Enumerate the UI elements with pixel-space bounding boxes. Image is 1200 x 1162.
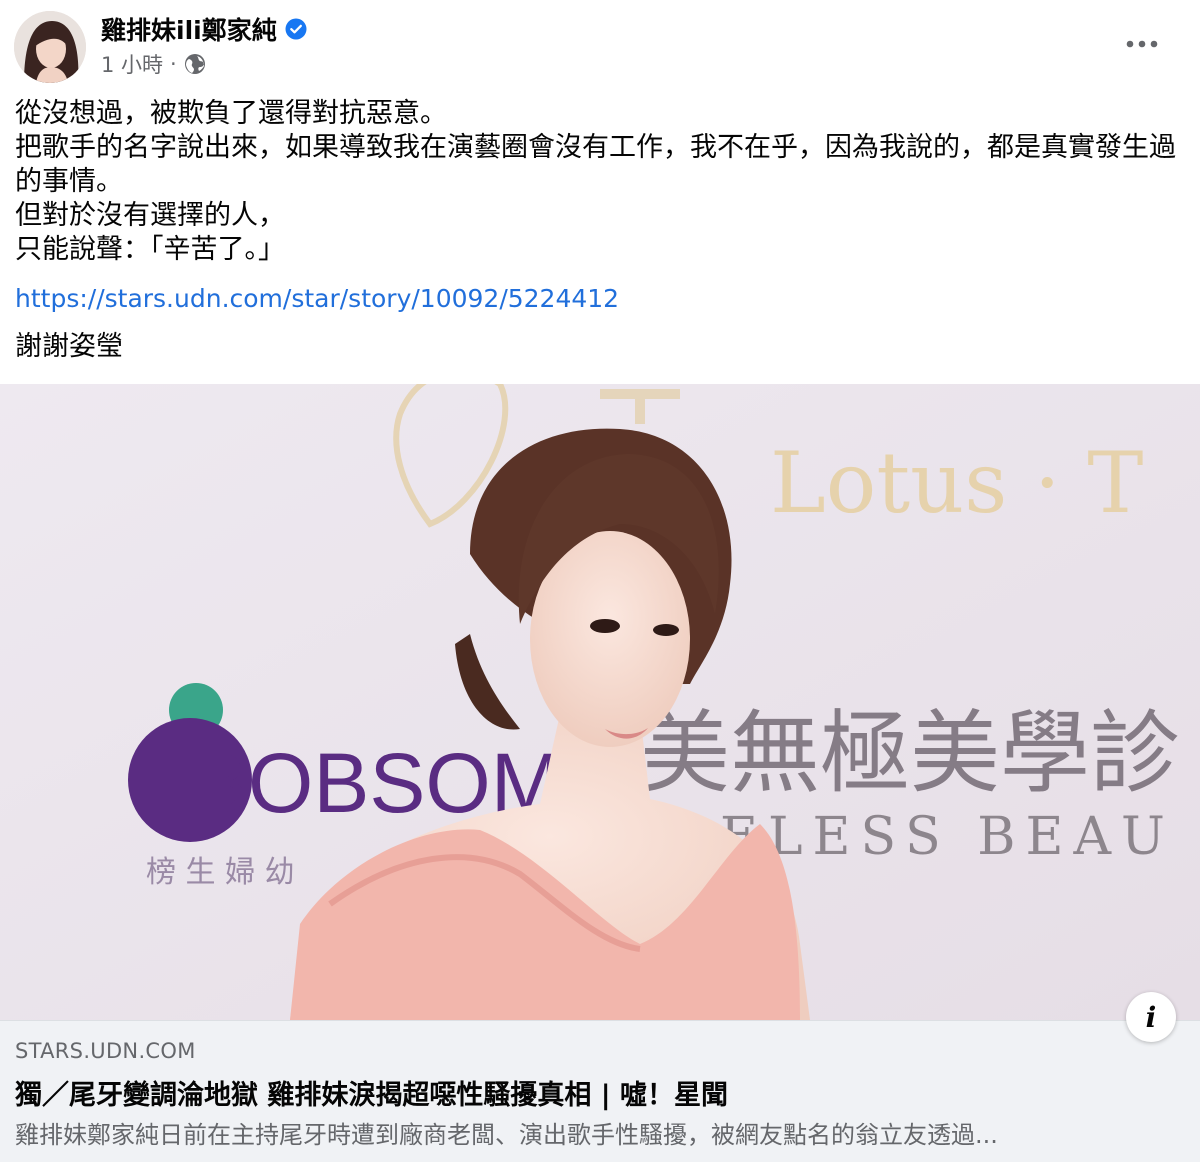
post-line: 但對於沒有選擇的人， bbox=[15, 200, 285, 231]
avatar-photo bbox=[14, 11, 86, 83]
link-preview-domain: STARS.UDN.COM bbox=[15, 1039, 196, 1063]
post-message: 從沒想過，被欺負了還得對抗惡意。 把歌手的名字說出來，如果導致我在演藝圈會沒有工… bbox=[15, 97, 1190, 267]
post-line: 從沒想過，被欺負了還得對抗惡意。 bbox=[15, 98, 447, 129]
facebook-post: 雞排妹ili鄭家純 1 小時 · 從沒想過，被欺負了還得對抗惡意。 把歌手的名字… bbox=[0, 0, 1200, 1162]
info-icon[interactable]: i bbox=[1126, 992, 1176, 1042]
post-meta: 1 小時 · bbox=[101, 50, 206, 78]
post-line: 把歌手的名字說出來，如果導致我在演藝圈會沒有工作，我不在乎，因為我說的，都是真實… bbox=[15, 132, 1176, 197]
backdrop-sponsor-cn: 美無極美學診 bbox=[640, 701, 1180, 806]
link-preview-title[interactable]: 獨／尾牙變調淪地獄 雞排妹淚揭超噁性騷擾真相 | 噓！星聞 bbox=[15, 1073, 1185, 1112]
post-timestamp[interactable]: 1 小時 bbox=[101, 49, 163, 79]
verified-badge-icon bbox=[285, 18, 307, 40]
link-preview-image[interactable]: Lotus · T BOBSOM 榜 生 婦 幼 美無極美學診 ELESS BE… bbox=[0, 384, 1200, 1020]
more-options-icon bbox=[1126, 40, 1158, 48]
meta-separator: · bbox=[170, 52, 177, 76]
backdrop-lotus-text: Lotus · T bbox=[770, 434, 1143, 532]
link-preview-description: 雞排妹鄭家純日前在主持尾牙時遭到廠商老闆、演出歌手性騷擾，被網友點名的翁立友透過… bbox=[15, 1121, 998, 1149]
backdrop-logo-subtext: 榜 生 婦 幼 bbox=[146, 855, 295, 890]
post-url-link[interactable]: https://stars.udn.com/star/story/10092/5… bbox=[15, 283, 619, 315]
link-preview-card[interactable]: Lotus · T BOBSOM 榜 生 婦 幼 美無極美學診 ELESS BE… bbox=[0, 384, 1200, 1162]
author-avatar[interactable] bbox=[14, 11, 86, 83]
preview-photo: Lotus · T BOBSOM 榜 生 婦 幼 美無極美學診 ELESS BE… bbox=[0, 384, 1200, 1020]
post-line: 只能說聲：「辛苦了。」 bbox=[15, 234, 285, 265]
globe-icon[interactable] bbox=[184, 53, 206, 75]
backdrop-sponsor-en: ELESS BEAU bbox=[720, 807, 1175, 867]
author-row: 雞排妹ili鄭家純 bbox=[101, 12, 307, 46]
link-preview-meta[interactable]: STARS.UDN.COM 獨／尾牙變調淪地獄 雞排妹淚揭超噁性騷擾真相 | 噓… bbox=[0, 1020, 1200, 1162]
post-thanks-line: 謝謝姿瑩 bbox=[15, 331, 123, 362]
more-options-button[interactable] bbox=[1120, 26, 1164, 62]
author-name[interactable]: 雞排妹ili鄭家純 bbox=[101, 11, 277, 47]
